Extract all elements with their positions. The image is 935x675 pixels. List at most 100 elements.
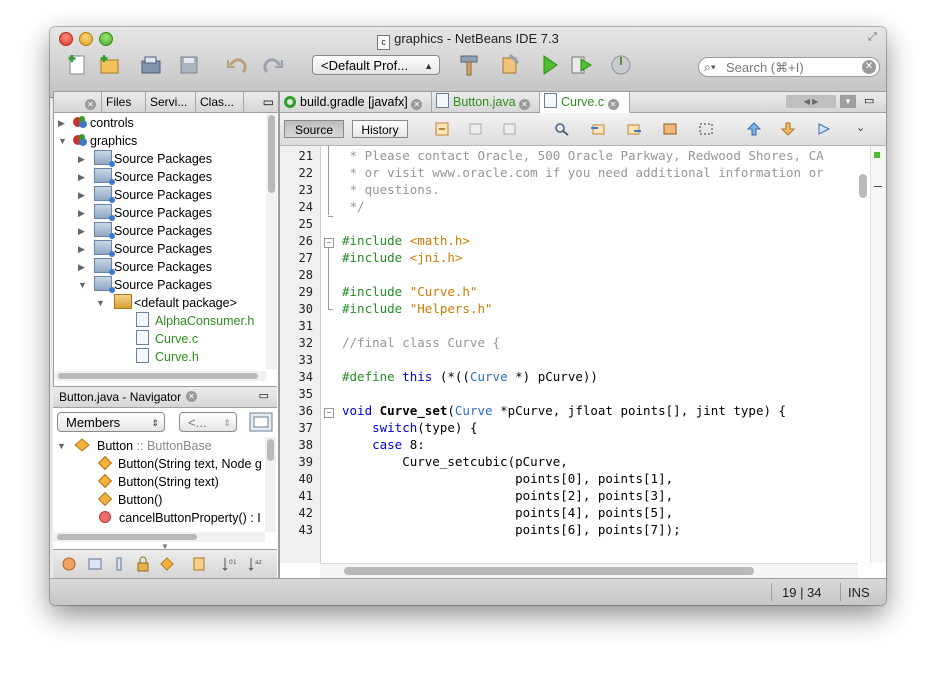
next-bookmark-icon[interactable] <box>780 122 796 136</box>
tree-item-source-packages[interactable]: ▶ Source Packages <box>78 204 212 222</box>
expand-arrow-icon[interactable]: ▶ <box>78 240 85 258</box>
more-tools-icon[interactable]: ⌄ <box>856 121 865 134</box>
scrollbar-thumb[interactable] <box>267 439 274 461</box>
tree-item-source-packages[interactable]: ▶ Source Packages <box>78 168 212 186</box>
expand-arrow-icon[interactable]: ▶ <box>78 258 85 276</box>
history-view-button[interactable]: History <box>352 120 408 138</box>
forward-icon[interactable] <box>502 122 518 136</box>
close-tab-icon[interactable]: ✕ <box>519 99 531 110</box>
expand-arrow-icon[interactable]: ▶ <box>58 114 65 132</box>
navigator-member[interactable]: Button(String text, Node g <box>97 455 262 473</box>
error-stripe[interactable] <box>870 146 886 563</box>
tab-services[interactable]: Servi... <box>146 92 196 112</box>
navigator-horizontal-scrollbar[interactable] <box>53 532 265 542</box>
previous-bookmark-icon[interactable] <box>746 122 762 136</box>
find-next-icon[interactable] <box>626 122 642 136</box>
redo-icon[interactable] <box>260 52 286 78</box>
minimize-pane-icon[interactable]: ▭ <box>244 92 278 112</box>
back-icon[interactable] <box>468 122 484 136</box>
expand-arrow-icon[interactable]: ▶ <box>78 186 85 204</box>
navigator-member[interactable]: Button(String text) <box>97 473 219 491</box>
scrollbar-thumb[interactable] <box>268 115 275 193</box>
clear-search-icon[interactable]: ✕ <box>862 60 876 74</box>
projects-vertical-scrollbar[interactable] <box>266 113 277 369</box>
close-tab-icon[interactable]: ✕ <box>411 99 423 110</box>
close-tab-icon[interactable]: ✕ <box>85 99 96 110</box>
fullscreen-icon[interactable]: ⤢ <box>868 31 880 43</box>
tab-curve-c[interactable]: Curve.c ✕ <box>540 92 630 113</box>
expand-arrow-icon[interactable]: ▶ <box>78 150 85 168</box>
tab-build-gradle[interactable]: build.gradle [javafx] ✕ <box>280 92 432 112</box>
last-edit-icon[interactable] <box>434 122 450 136</box>
collapse-arrow-icon[interactable]: ▼ <box>96 294 105 312</box>
find-previous-icon[interactable] <box>590 122 606 136</box>
sort-by-source-icon[interactable]: 01 <box>221 556 237 572</box>
toggle-rectangular-selection-icon[interactable] <box>698 122 714 136</box>
tab-scroll-arrows[interactable]: ◀ ▶ <box>786 95 836 108</box>
open-project-icon[interactable] <box>138 52 164 78</box>
tab-list-icon[interactable]: ▼ <box>840 95 856 108</box>
scrollbar-thumb[interactable] <box>859 174 867 198</box>
minimize-pane-icon[interactable]: ▭ <box>259 389 269 402</box>
show-nonpublic-icon[interactable] <box>135 556 151 572</box>
collapse-arrow-icon[interactable]: ▼ <box>58 132 67 150</box>
tree-item-source-packages[interactable]: ▶ Source Packages <box>78 240 212 258</box>
tree-item-default-package[interactable]: ▼ <default package> <box>96 294 237 312</box>
expand-arrow-icon[interactable]: ▶ <box>78 204 85 222</box>
close-tab-icon[interactable]: ✕ <box>186 391 197 402</box>
tree-item-source-packages[interactable]: ▶ Source Packages <box>78 150 212 168</box>
navigator-class-node[interactable]: ▼ Button :: ButtonBase <box>57 437 212 455</box>
tree-item-source-packages[interactable]: ▼ Source Packages <box>78 276 212 294</box>
build-hammer-icon[interactable] <box>456 52 482 78</box>
tree-item-file[interactable]: Curve.c <box>136 330 198 348</box>
source-view-button[interactable]: Source <box>284 120 344 138</box>
clean-build-icon[interactable] <box>498 52 524 78</box>
projects-horizontal-scrollbar[interactable] <box>54 371 266 381</box>
maximize-pane-icon[interactable]: ▭ <box>864 94 874 107</box>
navigator-member[interactable]: Button() <box>97 491 162 509</box>
navigator-member[interactable]: cancelButtonProperty() : I <box>97 509 261 527</box>
collapse-arrow-icon[interactable]: ▼ <box>78 276 87 294</box>
configuration-select[interactable]: <Default Prof... ▲ <box>312 55 440 75</box>
code-area[interactable]: * Please contact Oracle, 500 Oracle Park… <box>320 146 856 563</box>
editor-horizontal-scrollbar[interactable] <box>320 563 858 578</box>
tab-projects[interactable]: ✕ <box>54 92 102 112</box>
show-inner-classes-icon[interactable] <box>159 556 175 572</box>
new-file-icon[interactable] <box>64 52 90 78</box>
show-static-icon[interactable] <box>111 556 127 572</box>
show-inherited-icon[interactable] <box>61 556 77 572</box>
tab-button-java[interactable]: Button.java ✕ <box>432 92 540 112</box>
tab-classes[interactable]: Clas... <box>196 92 244 112</box>
show-javadoc-icon[interactable] <box>191 556 207 572</box>
profile-icon[interactable] <box>608 52 634 78</box>
search-field[interactable]: ⌕▾ Search (⌘+I) ✕ <box>698 57 880 77</box>
expand-arrow-icon[interactable]: ▶ <box>78 222 85 240</box>
new-project-icon[interactable] <box>96 52 122 78</box>
tree-item-file[interactable]: Curve.h <box>136 348 199 366</box>
debug-icon[interactable] <box>568 52 594 78</box>
scrollbar-thumb[interactable] <box>344 567 754 575</box>
tree-item-project[interactable]: ▼ graphics <box>58 132 137 150</box>
editor-vertical-scrollbar[interactable] <box>856 146 870 563</box>
expand-arrow-icon[interactable]: ▶ <box>78 168 85 186</box>
filters-icon[interactable] <box>249 412 273 432</box>
toggle-bookmark-icon[interactable] <box>816 122 832 136</box>
members-select[interactable]: Members ⇕ <box>57 412 165 432</box>
collapse-arrow-icon[interactable]: ▼ <box>57 437 66 455</box>
save-all-icon[interactable] <box>176 52 202 78</box>
show-fields-icon[interactable] <box>87 556 103 572</box>
find-icon[interactable] <box>554 122 570 136</box>
tree-item-source-packages[interactable]: ▶ Source Packages <box>78 222 212 240</box>
tree-item-project[interactable]: ▶ controls <box>58 114 134 132</box>
navigator-vertical-scrollbar[interactable] <box>265 437 276 532</box>
sort-by-name-icon[interactable]: az <box>247 556 263 572</box>
toggle-highlight-icon[interactable] <box>662 122 678 136</box>
tree-item-file[interactable]: AlphaConsumer.h <box>136 312 254 330</box>
scrollbar-thumb[interactable] <box>58 373 258 379</box>
tab-files[interactable]: Files <box>102 92 146 112</box>
undo-icon[interactable] <box>224 52 250 78</box>
tree-item-source-packages[interactable]: ▶ Source Packages <box>78 186 212 204</box>
filter-select[interactable]: <... ⇕ <box>179 412 237 432</box>
run-icon[interactable] <box>536 52 562 78</box>
tree-item-source-packages[interactable]: ▶ Source Packages <box>78 258 212 276</box>
